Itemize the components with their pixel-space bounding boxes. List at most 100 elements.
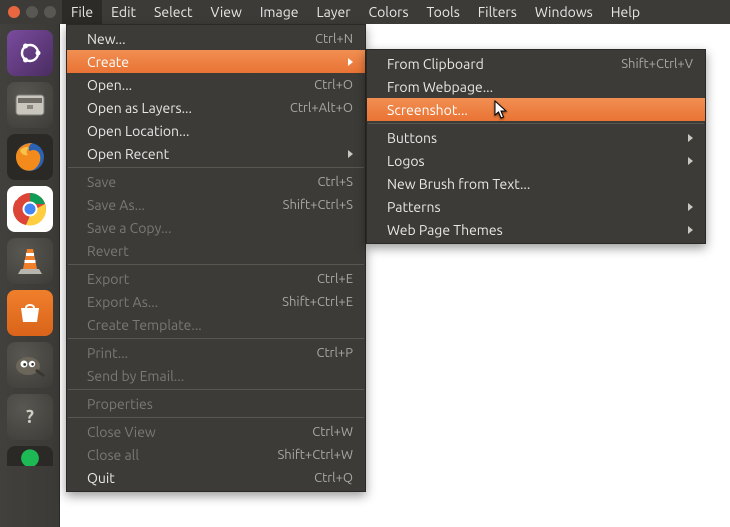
file-menu-item-open[interactable]: Open... Ctrl+O xyxy=(67,73,365,96)
menu-item-shortcut: Shift+Ctrl+E xyxy=(282,295,353,309)
menu-item-label: Print... xyxy=(87,345,128,361)
file-menu-item-save-as: Save As... Shift+Ctrl+S xyxy=(67,193,365,216)
menu-filters[interactable]: Filters xyxy=(469,0,526,24)
menu-separator xyxy=(68,338,364,339)
menu-item-label: New... xyxy=(87,31,126,47)
menu-item-label: Patterns xyxy=(387,199,441,215)
menu-item-shortcut: Ctrl+E xyxy=(317,272,353,286)
file-menu-item-open-as-layers[interactable]: Open as Layers... Ctrl+Alt+O xyxy=(67,96,365,119)
menu-colors[interactable]: Colors xyxy=(360,0,418,24)
menu-item-label: Buttons xyxy=(387,130,437,146)
file-menu-item-close-view: Close View Ctrl+W xyxy=(67,420,365,443)
close-icon[interactable] xyxy=(8,6,20,18)
launcher-spotify-icon[interactable] xyxy=(7,446,53,466)
submenu-arrow-icon xyxy=(348,150,353,158)
menu-item-shortcut: Ctrl+O xyxy=(314,78,353,92)
menu-item-label: Open... xyxy=(87,77,132,93)
menu-item-shortcut: Shift+Ctrl+V xyxy=(621,57,693,71)
menu-item-shortcut: Ctrl+N xyxy=(315,32,353,46)
submenu-arrow-icon xyxy=(348,58,353,66)
file-menu-item-create[interactable]: Create xyxy=(67,50,365,73)
launcher-ubuntu-dash-icon[interactable] xyxy=(7,30,53,76)
submenu-arrow-icon xyxy=(688,226,693,234)
menu-item-label: Export As... xyxy=(87,294,158,310)
menu-item-label: From Webpage... xyxy=(387,79,493,95)
menu-select[interactable]: Select xyxy=(145,0,201,24)
create-submenu: From Clipboard Shift+Ctrl+V From Webpage..… xyxy=(366,49,706,244)
menu-item-label: Export xyxy=(87,271,129,287)
file-menu-item-properties: Properties xyxy=(67,392,365,415)
launcher-vlc-icon[interactable] xyxy=(7,238,53,284)
file-menu-item-save-a-copy: Save a Copy... xyxy=(67,216,365,239)
file-menu-item-close-all: Close all Shift+Ctrl+W xyxy=(67,443,365,466)
svg-text:?: ? xyxy=(26,407,34,427)
menu-windows[interactable]: Windows xyxy=(526,0,602,24)
file-menu-item-open-recent[interactable]: Open Recent xyxy=(67,142,365,165)
menu-separator xyxy=(68,167,364,168)
create-menu-item-buttons[interactable]: Buttons xyxy=(367,126,705,149)
menu-item-label: Properties xyxy=(87,396,153,412)
submenu-arrow-icon xyxy=(688,203,693,211)
menu-item-shortcut: Ctrl+Alt+O xyxy=(290,101,353,115)
menu-layer[interactable]: Layer xyxy=(307,0,359,24)
file-menu-item-revert: Revert xyxy=(67,239,365,262)
create-menu-item-web-page-themes[interactable]: Web Page Themes xyxy=(367,218,705,241)
menu-item-label: Revert xyxy=(87,243,129,259)
menu-item-label: Logos xyxy=(387,153,425,169)
create-menu-item-new-brush-from-text[interactable]: New Brush from Text... xyxy=(367,172,705,195)
menu-item-label: Create Template... xyxy=(87,317,202,333)
file-menu-item-print: Print... Ctrl+P xyxy=(67,341,365,364)
menu-item-label: Close View xyxy=(87,424,156,440)
file-menu-item-export: Export Ctrl+E xyxy=(67,267,365,290)
file-menu-item-open-location[interactable]: Open Location... xyxy=(67,119,365,142)
menu-item-label: Open Location... xyxy=(87,123,189,139)
launcher-files-icon[interactable] xyxy=(7,82,53,128)
menu-item-label: Create xyxy=(87,54,129,70)
create-menu-item-from-clipboard[interactable]: From Clipboard Shift+Ctrl+V xyxy=(367,52,705,75)
menu-view[interactable]: View xyxy=(201,0,250,24)
menu-item-label: Save xyxy=(87,174,116,190)
menu-item-label: From Clipboard xyxy=(387,56,484,72)
menu-item-shortcut: Ctrl+P xyxy=(316,346,353,360)
file-menu-item-quit[interactable]: QuitCtrl+Q xyxy=(67,466,365,489)
maximize-icon[interactable] xyxy=(44,6,56,18)
menu-item-label: Close all xyxy=(87,447,139,463)
menu-item-label: Send by Email... xyxy=(87,368,184,384)
menu-item-label: Save a Copy... xyxy=(87,220,171,236)
menu-item-label: Web Page Themes xyxy=(387,222,503,238)
create-menu-item-from-webpage[interactable]: From Webpage... xyxy=(367,75,705,98)
submenu-arrow-icon xyxy=(688,134,693,142)
launcher-firefox-icon[interactable] xyxy=(7,134,53,180)
create-menu-item-patterns[interactable]: Patterns xyxy=(367,195,705,218)
menu-separator xyxy=(68,264,364,265)
file-menu-item-new[interactable]: New... Ctrl+N xyxy=(67,27,365,50)
menu-separator xyxy=(68,417,364,418)
menu-tools[interactable]: Tools xyxy=(418,0,469,24)
create-menu-item-screenshot[interactable]: Screenshot... xyxy=(367,98,705,121)
menu-image[interactable]: Image xyxy=(251,0,308,24)
launcher-chrome-icon[interactable] xyxy=(7,186,53,232)
menu-separator xyxy=(68,389,364,390)
launcher-help-icon[interactable]: ? xyxy=(7,394,53,440)
menu-item-shortcut: Ctrl+W xyxy=(312,425,353,439)
launcher-software-center-icon[interactable] xyxy=(7,290,53,336)
menu-file[interactable]: File xyxy=(62,0,102,24)
file-menu-item-export-as: Export As... Shift+Ctrl+E xyxy=(67,290,365,313)
menu-item-label: Open Recent xyxy=(87,146,169,162)
file-menu: New... Ctrl+N Create Open... Ctrl+O Open as L… xyxy=(66,24,366,492)
launcher-gimp-icon[interactable] xyxy=(7,342,53,388)
file-menu-item-send-by-email: Send by Email... xyxy=(67,364,365,387)
menu-item-label: Save As... xyxy=(87,197,145,213)
titlebar: FileEditSelectViewImageLayerColorsToolsF… xyxy=(0,0,730,24)
menu-item-shortcut: Shift+Ctrl+W xyxy=(277,448,353,462)
submenu-arrow-icon xyxy=(688,157,693,165)
unity-launcher: ? xyxy=(0,24,60,527)
menu-edit[interactable]: Edit xyxy=(102,0,145,24)
menu-item-shortcut: Shift+Ctrl+S xyxy=(283,198,353,212)
menu-help[interactable]: Help xyxy=(602,0,649,24)
menu-item-shortcut: Ctrl+S xyxy=(317,175,353,189)
create-menu-item-logos[interactable]: Logos xyxy=(367,149,705,172)
menu-item-label: Open as Layers... xyxy=(87,100,192,116)
menu-item-label: New Brush from Text... xyxy=(387,176,530,192)
minimize-icon[interactable] xyxy=(26,6,38,18)
